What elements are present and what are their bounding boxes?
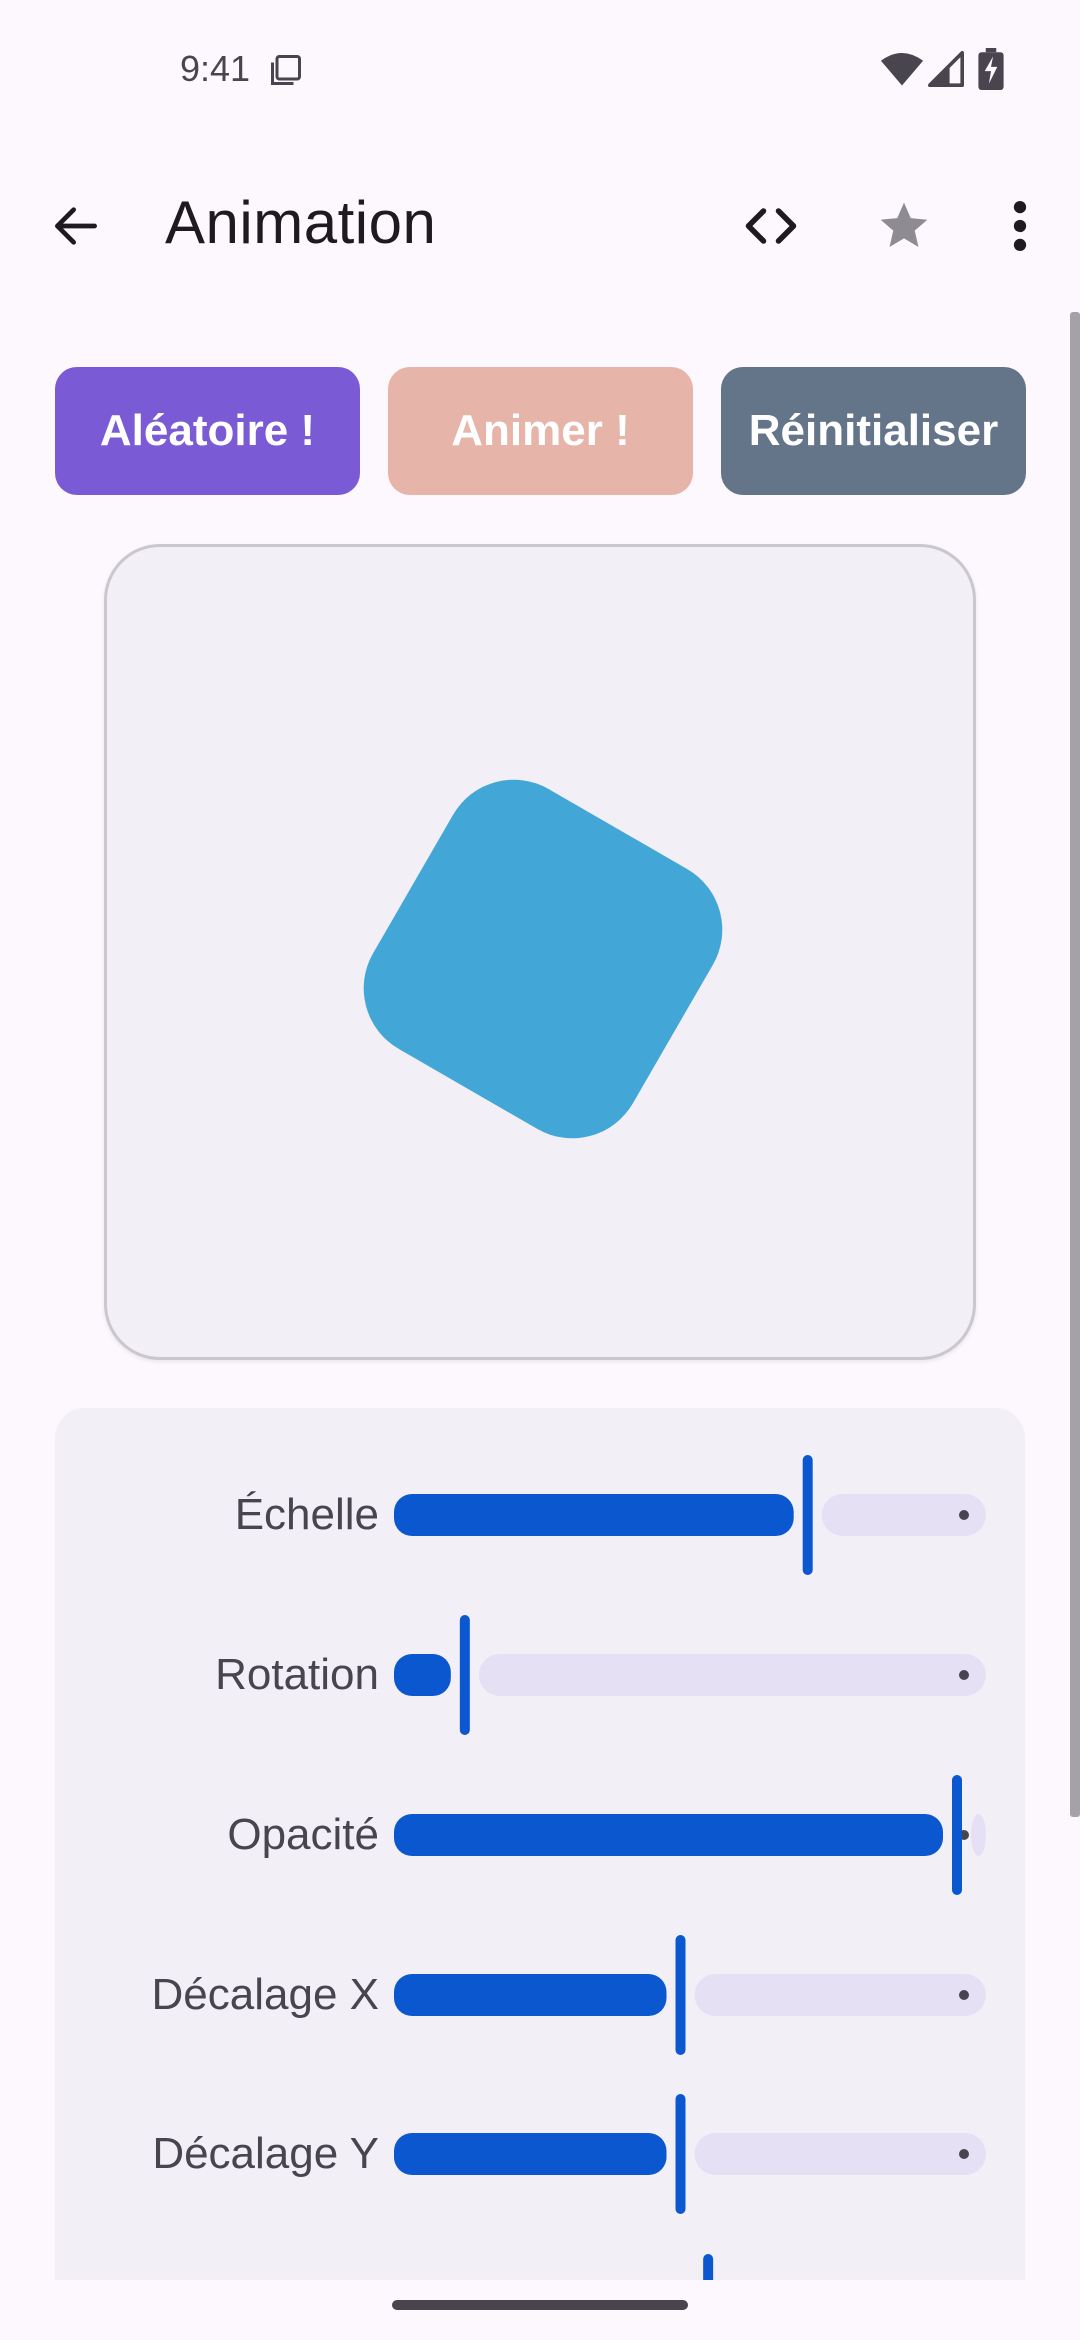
slider-inactive-track bbox=[694, 1974, 986, 2016]
slider-active-track bbox=[394, 2133, 667, 2175]
partial-slider[interactable] bbox=[394, 2254, 1004, 2280]
offset-y-label: Décalage Y bbox=[152, 2129, 379, 2178]
more-vertical-icon bbox=[1013, 200, 1027, 252]
star-icon bbox=[880, 202, 928, 247]
slider-inactive-track bbox=[478, 1654, 986, 1696]
offset-x-label: Décalage X bbox=[151, 1970, 379, 2019]
status-bar: 9:41 bbox=[0, 0, 1080, 140]
offset-y-slider[interactable] bbox=[394, 2094, 1004, 2214]
rotation-label: Rotation bbox=[215, 1650, 379, 1699]
page-title: Animation bbox=[165, 189, 437, 256]
control-row-partial bbox=[55, 2254, 1025, 2280]
action-buttons: Aléatoire ! Animer ! Réinitialiser bbox=[55, 367, 1026, 495]
slider-stop-indicator bbox=[959, 1990, 969, 2000]
slider-active-track bbox=[394, 1654, 451, 1696]
control-row-scale: Échelle bbox=[55, 1455, 1025, 1575]
controls-panel: Échelle Rotation Opacité Décalage X Déca… bbox=[55, 1408, 1025, 2280]
notification-icon bbox=[271, 55, 301, 85]
control-row-offset-x: Décalage X bbox=[55, 1935, 1025, 2055]
control-row-rotation: Rotation bbox=[55, 1615, 1025, 1735]
random-button[interactable]: Aléatoire ! bbox=[55, 367, 360, 495]
slider-stop-indicator bbox=[959, 2149, 969, 2159]
slider-handle bbox=[952, 1775, 962, 1895]
slider-handle bbox=[802, 1455, 813, 1575]
animated-shape bbox=[363, 779, 723, 1139]
favorite-button[interactable] bbox=[868, 190, 940, 262]
status-time: 9:41 bbox=[180, 48, 251, 89]
slider-stop-indicator bbox=[959, 1670, 969, 1680]
more-options-button[interactable] bbox=[1000, 190, 1040, 262]
battery-charging-icon bbox=[978, 48, 1004, 90]
signal-icon bbox=[928, 51, 964, 87]
control-row-opacity: Opacité bbox=[55, 1775, 1025, 1895]
slider-stop-indicator bbox=[959, 1510, 969, 1520]
slider-handle bbox=[703, 2254, 714, 2280]
reset-button[interactable]: Réinitialiser bbox=[721, 367, 1026, 495]
opacity-label: Opacité bbox=[227, 1810, 379, 1859]
home-indicator[interactable] bbox=[392, 2300, 688, 2310]
control-row-offset-y: Décalage Y bbox=[55, 2094, 1025, 2214]
slider-active-track bbox=[394, 1974, 667, 2016]
slider-handle bbox=[675, 1935, 686, 2055]
animate-button[interactable]: Animer ! bbox=[388, 367, 693, 495]
rotation-slider[interactable] bbox=[394, 1615, 1004, 1735]
slider-active-track bbox=[394, 1814, 943, 1856]
slider-inactive-track bbox=[971, 1814, 986, 1856]
scale-label: Échelle bbox=[234, 1490, 379, 1539]
slider-handle bbox=[459, 1615, 470, 1735]
code-icon bbox=[745, 208, 797, 244]
preview-svg bbox=[363, 779, 723, 1139]
wifi-icon bbox=[880, 52, 924, 86]
scrollbar[interactable] bbox=[1070, 312, 1080, 1817]
back-button[interactable] bbox=[40, 190, 112, 262]
offset-x-slider[interactable] bbox=[394, 1935, 1004, 2055]
arrow-left-icon bbox=[55, 207, 97, 245]
slider-inactive-track bbox=[694, 2133, 986, 2175]
slider-handle bbox=[675, 2094, 686, 2214]
top-app-bar: Animation bbox=[0, 160, 1080, 290]
opacity-slider[interactable] bbox=[394, 1775, 1004, 1895]
animation-preview bbox=[104, 544, 976, 1360]
view-code-button[interactable] bbox=[735, 190, 807, 262]
slider-active-track bbox=[394, 1494, 794, 1536]
scale-slider[interactable] bbox=[394, 1455, 1004, 1575]
